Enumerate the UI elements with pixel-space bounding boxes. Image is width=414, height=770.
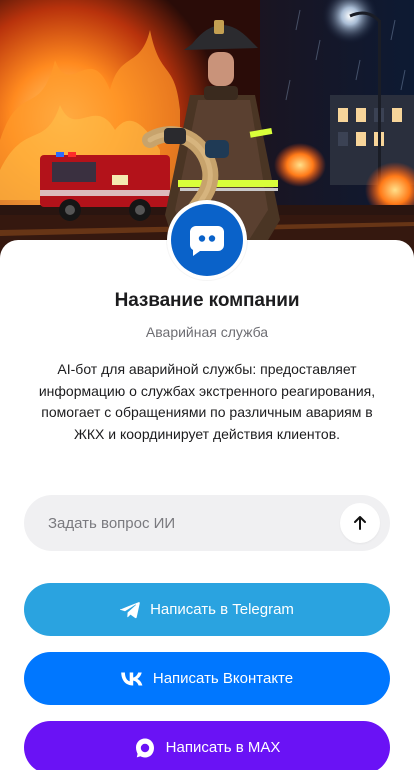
- vk-button[interactable]: Написать Вконтакте: [24, 652, 390, 705]
- company-name: Название компании: [114, 290, 300, 311]
- avatar-background: [171, 204, 243, 276]
- company-description: AI-бот для аварийной службы: предоставля…: [38, 361, 376, 442]
- send-button[interactable]: [340, 503, 380, 543]
- company-type: Аварийная служба: [145, 324, 269, 340]
- telegram-button-label: Написать в Telegram: [150, 601, 294, 618]
- max-button-label: Написать в MAX: [165, 739, 281, 756]
- vk-icon: [121, 672, 143, 686]
- vk-button-label: Написать Вконтакте: [152, 670, 294, 687]
- company-avatar: [167, 200, 247, 280]
- arrow-up-icon: [352, 515, 368, 531]
- max-icon: [134, 737, 156, 759]
- telegram-button[interactable]: Написать в Telegram: [24, 583, 390, 636]
- max-button[interactable]: Написать в MAX: [24, 721, 390, 770]
- ask-ai-box: [24, 495, 390, 551]
- ask-ai-input[interactable]: [48, 495, 348, 551]
- telegram-icon: [120, 601, 140, 619]
- chat-bot-icon: [188, 223, 226, 257]
